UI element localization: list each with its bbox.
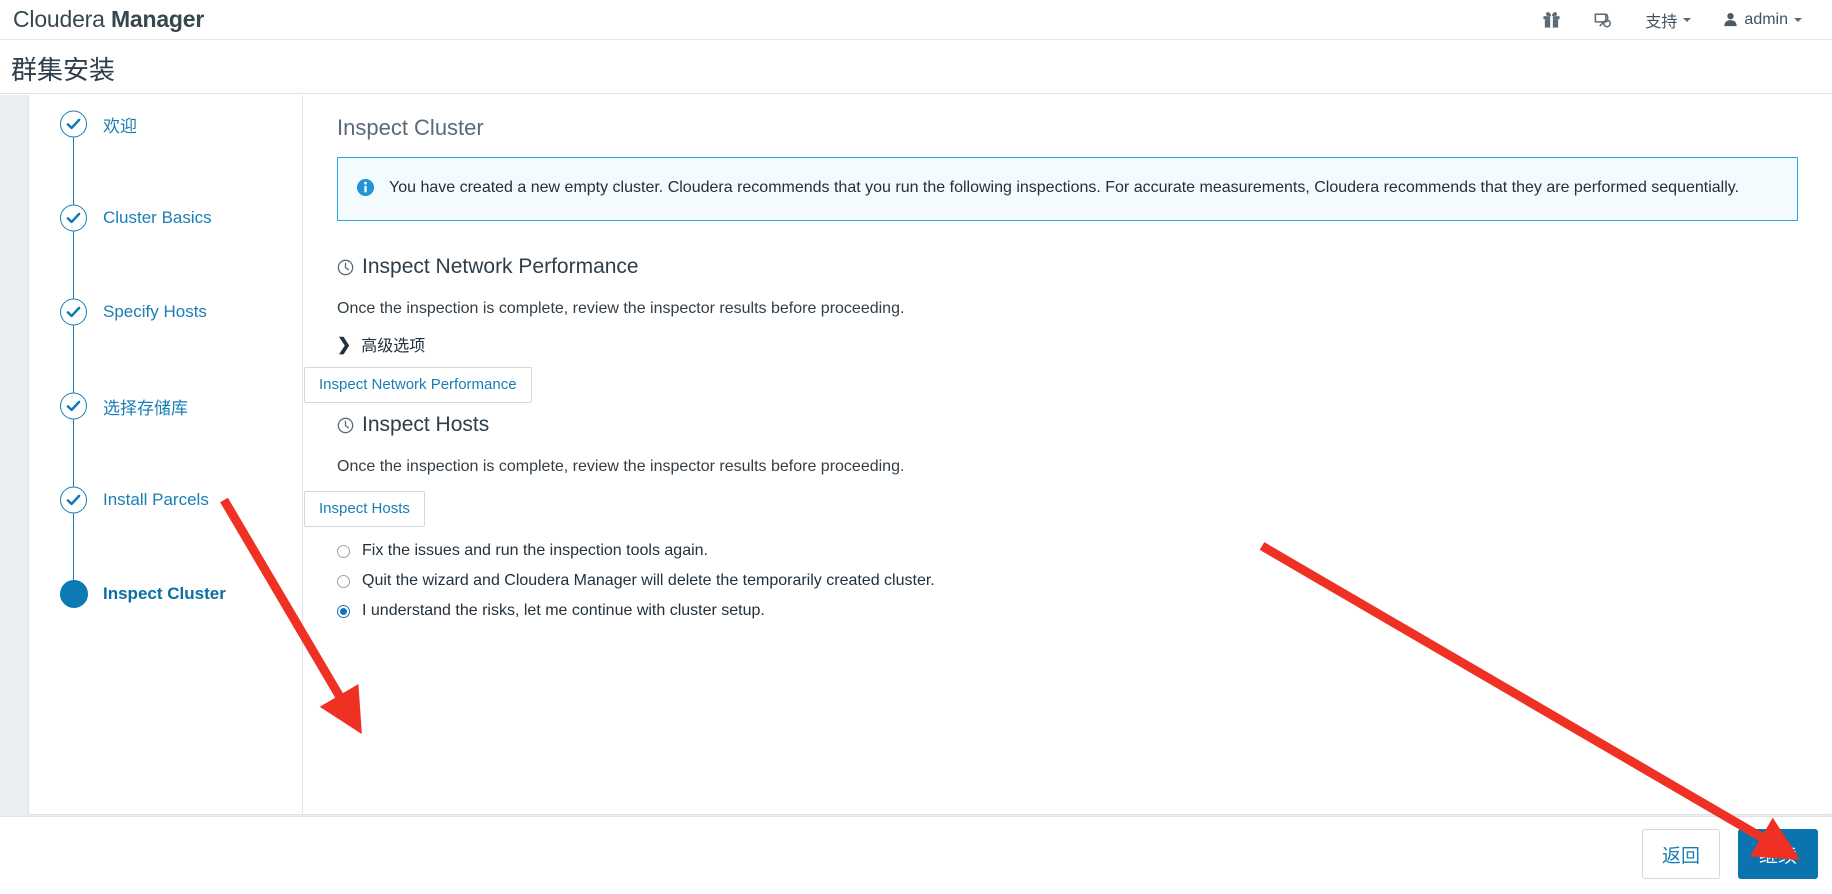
back-button[interactable]: 返回 <box>1642 829 1720 879</box>
sidebar-item-label: Install Parcels <box>103 490 209 509</box>
sidebar-item-label: Specify Hosts <box>103 302 207 321</box>
brand-logo[interactable]: Cloudera Manager <box>13 6 204 33</box>
wizard-steps: 欢迎 Cluster Basics Specify Hosts 选择存储库 In… <box>29 95 303 813</box>
sidebar-item-label: Inspect Cluster <box>103 584 226 603</box>
continue-button[interactable]: 继续 <box>1738 829 1818 879</box>
wizard-footer: 返回 继续 <box>0 816 1832 894</box>
user-menu[interactable]: admin <box>1707 0 1818 40</box>
chevron-right-icon: ❯ <box>337 334 352 354</box>
sidebar-item-select-repository[interactable]: 选择存储库 <box>29 391 303 421</box>
inspect-network-performance-button[interactable]: Inspect Network Performance <box>304 367 532 403</box>
user-label: admin <box>1744 10 1788 28</box>
radio-label: I understand the risks, let me continue … <box>362 602 765 619</box>
check-circle-icon <box>60 392 87 420</box>
radio-option-fix-issues[interactable]: Fix the issues and run the inspection to… <box>337 542 708 560</box>
sidebar-item-specify-hosts[interactable]: Specify Hosts <box>29 297 303 327</box>
wizard-card: 欢迎 Cluster Basics Specify Hosts 选择存储库 In… <box>28 95 1832 815</box>
radio-icon[interactable] <box>337 544 350 558</box>
check-circle-icon <box>60 204 87 232</box>
check-circle-icon <box>60 298 87 326</box>
navbar-right-group: 支持 admin <box>1526 0 1832 40</box>
sidebar-item-welcome[interactable]: 欢迎 <box>29 109 303 139</box>
sidebar-item-label: 欢迎 <box>103 116 137 136</box>
sidebar-item-label: Cluster Basics <box>103 208 212 227</box>
active-step-dot-icon <box>60 580 88 608</box>
page-title-bar: 群集安装 <box>0 41 1832 94</box>
section-heading-inspect-hosts: Inspect Hosts <box>337 413 489 437</box>
brand-text-light: Cloudera <box>13 6 111 32</box>
page-title: 群集安装 <box>11 55 116 85</box>
gift-icon <box>1542 10 1561 29</box>
info-banner: You have created a new empty cluster. Cl… <box>337 157 1798 221</box>
clock-icon <box>337 417 354 434</box>
section-heading-network-performance: Inspect Network Performance <box>337 255 639 279</box>
section-description-network-performance: Once the inspection is complete, review … <box>337 300 905 317</box>
check-circle-icon <box>60 486 87 514</box>
sidebar-item-label: 选择存储库 <box>103 398 188 418</box>
radio-icon-selected[interactable] <box>337 604 350 618</box>
top-navbar: Cloudera Manager 支持 admin <box>0 0 1832 40</box>
brand-text-bold: Manager <box>110 6 205 32</box>
chevron-down-icon <box>1683 17 1692 22</box>
radio-label: Quit the wizard and Cloudera Manager wil… <box>362 572 935 589</box>
radio-icon[interactable] <box>337 574 350 588</box>
app-root: Cloudera Manager 支持 admin 群集安装 欢迎 Cluste… <box>0 0 1832 894</box>
chevron-down-icon <box>1794 17 1802 22</box>
support-menu[interactable]: 支持 <box>1629 0 1707 40</box>
check-circle-icon <box>60 110 87 138</box>
parcel-icon <box>1593 10 1613 29</box>
radio-label: Fix the issues and run the inspection to… <box>362 542 708 559</box>
user-icon <box>1723 12 1738 27</box>
support-label: 支持 <box>1645 13 1678 31</box>
sidebar-item-cluster-basics[interactable]: Cluster Basics <box>29 203 303 233</box>
section-heading-text: Inspect Hosts <box>362 413 490 436</box>
advanced-options-toggle[interactable]: ❯ 高级选项 <box>337 332 425 356</box>
sidebar-item-inspect-cluster[interactable]: Inspect Cluster <box>29 579 303 609</box>
radio-option-understand-risks[interactable]: I understand the risks, let me continue … <box>337 602 765 620</box>
section-heading-text: Inspect Network Performance <box>362 255 639 278</box>
wizard-content: Inspect Cluster You have created a new e… <box>304 95 1832 813</box>
parcel-button[interactable] <box>1577 0 1629 40</box>
radio-option-quit-wizard[interactable]: Quit the wizard and Cloudera Manager wil… <box>337 572 935 590</box>
sidebar-item-install-parcels[interactable]: Install Parcels <box>29 485 303 515</box>
section-description-inspect-hosts: Once the inspection is complete, review … <box>337 458 905 475</box>
advanced-options-label: 高级选项 <box>361 338 426 355</box>
gift-button[interactable] <box>1526 0 1577 40</box>
info-icon <box>356 178 375 202</box>
inspect-hosts-button[interactable]: Inspect Hosts <box>304 491 425 527</box>
content-title: Inspect Cluster <box>337 115 484 140</box>
info-banner-text: You have created a new empty cluster. Cl… <box>389 179 1740 196</box>
clock-icon <box>337 259 354 276</box>
